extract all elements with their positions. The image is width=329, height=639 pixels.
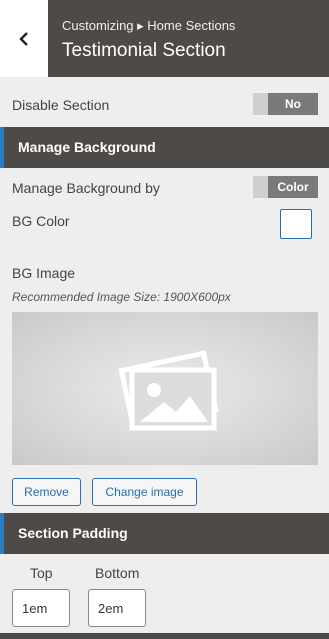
chevron-left-icon — [18, 31, 30, 47]
section-accent — [0, 513, 4, 554]
padding-bottom-input[interactable] — [88, 589, 146, 627]
toggle-value: No — [268, 93, 318, 115]
section-header-label: Section Padding — [18, 525, 128, 541]
customizer-header: Customizing ▸ Home Sections Testimonial … — [0, 0, 329, 77]
bg-color-label: BG Color — [12, 213, 70, 229]
toggle-value: Color — [268, 176, 318, 198]
bg-image-label: BG Image — [12, 265, 76, 281]
disable-section-toggle[interactable]: No — [253, 93, 318, 115]
section-accent — [0, 127, 4, 168]
padding-top-label: Top — [30, 565, 53, 581]
section-padding-header[interactable]: Section Padding — [0, 513, 329, 554]
manage-background-by-label: Manage Background by — [12, 180, 160, 196]
remove-image-button[interactable]: Remove — [12, 478, 81, 506]
page-title: Testimonial Section — [62, 40, 226, 61]
change-image-button[interactable]: Change image — [92, 478, 197, 506]
manage-background-header[interactable]: Manage Background — [0, 127, 329, 168]
back-button[interactable] — [0, 0, 48, 77]
image-size-hint: Recommended Image Size: 1900X600px — [12, 290, 231, 304]
toggle-track — [253, 93, 268, 115]
bg-image-preview[interactable] — [12, 312, 318, 465]
section-header-label: Manage Background — [18, 139, 156, 155]
disable-section-label: Disable Section — [12, 97, 110, 113]
breadcrumb: Customizing ▸ Home Sections — [62, 18, 236, 33]
padding-bottom-label: Bottom — [95, 565, 140, 581]
padding-top-input[interactable] — [12, 589, 70, 627]
title-block: Customizing ▸ Home Sections Testimonial … — [48, 0, 329, 77]
toggle-track — [253, 176, 268, 198]
manage-background-by-toggle[interactable]: Color — [253, 176, 318, 198]
bg-color-picker[interactable] — [280, 209, 312, 239]
next-section-header — [0, 633, 329, 639]
